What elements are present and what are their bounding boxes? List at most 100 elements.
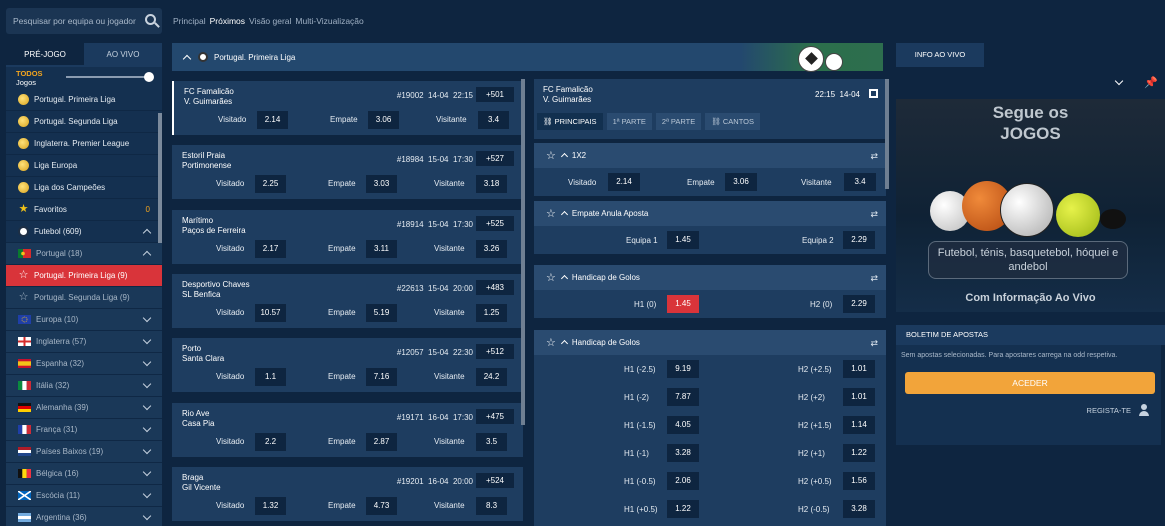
swap-arrows-icon[interactable]: ⇄ <box>870 338 878 349</box>
register-link[interactable]: REGISTA-TE <box>1087 406 1131 415</box>
detail-scrollbar[interactable] <box>885 79 889 189</box>
league-header[interactable]: Portugal. Primeira Liga <box>172 43 883 72</box>
odd-button-selected[interactable]: 1.45 <box>667 295 699 313</box>
chevron-down-icon[interactable] <box>142 467 152 477</box>
chevron-up-icon[interactable] <box>560 210 568 219</box>
sidebar-fav-liga-campeoes[interactable]: Liga dos Campeões <box>6 177 162 199</box>
more-markets-button[interactable]: +483 <box>476 280 514 295</box>
nav-principal[interactable]: Principal <box>173 16 206 26</box>
chevron-down-icon[interactable] <box>142 357 152 367</box>
sidebar-fav-primeira-liga[interactable]: Portugal. Primeira Liga <box>6 89 162 111</box>
odd-button[interactable]: 3.5 <box>476 433 507 451</box>
chevron-down-icon[interactable] <box>142 489 152 499</box>
star-icon[interactable]: ☆ <box>546 336 556 349</box>
odd-button[interactable]: 1.01 <box>843 388 875 406</box>
odd-button[interactable]: 7.16 <box>366 368 397 386</box>
sidebar-country-belgica[interactable]: Bélgica (16) <box>6 463 162 485</box>
sidebar-country-inglaterra[interactable]: Inglaterra (57) <box>6 331 162 353</box>
odd-button[interactable]: 1.22 <box>667 500 699 518</box>
event-card[interactable]: FC Famalicão V. Guimarães #19002 14-04 22:… <box>172 81 523 135</box>
tab-1a-parte[interactable]: 1ª PARTE <box>606 113 652 130</box>
pin-icon[interactable]: 📌 <box>1144 76 1158 89</box>
odd-button[interactable]: 1.1 <box>255 368 286 386</box>
chevron-up-icon[interactable] <box>142 228 152 238</box>
odd-button[interactable]: 2.25 <box>255 175 286 193</box>
fullscreen-icon[interactable] <box>869 89 878 98</box>
chevron-down-icon[interactable] <box>142 445 152 455</box>
live-event-select[interactable] <box>901 71 1134 95</box>
odd-button[interactable]: 24.2 <box>476 368 507 386</box>
user-icon[interactable] <box>1139 404 1149 416</box>
sidebar-league-segunda-liga[interactable]: ☆ Portugal. Segunda Liga (9) <box>6 287 162 309</box>
odd-button[interactable]: 5.19 <box>366 304 397 322</box>
search-box[interactable] <box>6 8 162 34</box>
star-icon[interactable]: ☆ <box>546 271 556 284</box>
sidebar-country-argentina[interactable]: Argentina (36) <box>6 507 162 526</box>
odd-button[interactable]: 3.28 <box>843 500 875 518</box>
odd-button[interactable]: 8.3 <box>476 497 507 515</box>
star-icon[interactable]: ☆ <box>18 292 29 303</box>
sidebar-country-franca[interactable]: França (31) <box>6 419 162 441</box>
chevron-down-icon[interactable] <box>142 423 152 433</box>
chevron-up-icon[interactable] <box>560 274 568 283</box>
chevron-up-icon[interactable] <box>142 250 152 260</box>
swap-arrows-icon[interactable]: ⇄ <box>870 273 878 284</box>
chevron-down-icon[interactable] <box>142 313 152 323</box>
event-card[interactable]: Braga Gil Vicente #19201 16-04 20:00 +524 Vi… <box>172 467 523 521</box>
swap-arrows-icon[interactable]: ⇄ <box>870 151 878 162</box>
star-icon[interactable]: ☆ <box>18 270 29 281</box>
star-icon[interactable]: ☆ <box>546 207 556 220</box>
search-input[interactable] <box>13 16 141 26</box>
odd-button[interactable]: 7.87 <box>667 388 699 406</box>
chevron-down-icon[interactable] <box>142 379 152 389</box>
star-icon[interactable]: ☆ <box>546 149 556 162</box>
chevron-down-icon[interactable] <box>1114 76 1124 86</box>
more-markets-button[interactable]: +501 <box>476 87 514 102</box>
sidebar-country-portugal[interactable]: Portugal (18) <box>6 243 162 265</box>
login-button[interactable]: ACEDER <box>905 372 1155 394</box>
nav-visao-geral[interactable]: Visão geral <box>249 16 291 26</box>
odd-button[interactable]: 3.4 <box>478 111 509 129</box>
sidebar-country-italia[interactable]: Itália (32) <box>6 375 162 397</box>
event-card[interactable]: Desportivo Chaves SL Benfica #22613 15-04 … <box>172 274 523 328</box>
chevron-down-icon[interactable] <box>142 401 152 411</box>
odd-button[interactable]: 3.11 <box>366 240 397 258</box>
sidebar-country-europa[interactable]: Europa (10) <box>6 309 162 331</box>
sidebar-fav-segunda-liga[interactable]: Portugal. Segunda Liga <box>6 111 162 133</box>
tab-info-ao-vivo[interactable]: INFO AO VIVO <box>896 43 984 67</box>
chevron-up-icon[interactable] <box>560 152 568 161</box>
more-markets-button[interactable]: +525 <box>476 216 514 231</box>
nav-multi[interactable]: Multi-Vizualização <box>295 16 363 26</box>
odd-button[interactable]: 3.28 <box>667 444 699 462</box>
market-header[interactable]: ☆ Handicap de Golos ⇄ <box>534 265 886 290</box>
swap-arrows-icon[interactable]: ⇄ <box>870 209 878 220</box>
odd-button[interactable]: 1.22 <box>843 444 875 462</box>
odd-button[interactable]: 2.87 <box>366 433 397 451</box>
sidebar-country-escocia[interactable]: Escócia (11) <box>6 485 162 507</box>
odd-button[interactable]: 3.4 <box>844 173 876 191</box>
search-icon[interactable] <box>145 14 156 25</box>
market-header[interactable]: ☆ Empate Anula Aposta ⇄ <box>534 201 886 226</box>
odd-button[interactable]: 3.18 <box>476 175 507 193</box>
odd-button[interactable]: 1.45 <box>667 231 699 249</box>
odd-button[interactable]: 1.25 <box>476 304 507 322</box>
chevron-down-icon[interactable] <box>142 335 152 345</box>
odd-button[interactable]: 1.01 <box>843 360 875 378</box>
event-card[interactable]: Marítimo Paços de Ferreira #18914 15-04 17… <box>172 210 523 264</box>
nav-proximos[interactable]: Próximos <box>210 16 245 26</box>
odd-button[interactable]: 2.06 <box>667 472 699 490</box>
sidebar-favoritos[interactable]: ★ Favoritos 0 <box>6 199 162 221</box>
sidebar-fav-liga-europa[interactable]: Liga Europa <box>6 155 162 177</box>
odd-button[interactable]: 1.32 <box>255 497 286 515</box>
tab-principais[interactable]: ⛓ PRINCIPAIS <box>537 113 603 130</box>
odd-button[interactable]: 2.14 <box>257 111 288 129</box>
sidebar-futebol[interactable]: Futebol (609) <box>6 221 162 243</box>
chevron-up-icon[interactable] <box>560 339 568 348</box>
odd-button[interactable]: 9.19 <box>667 360 699 378</box>
more-markets-button[interactable]: +512 <box>476 344 514 359</box>
odd-button[interactable]: 2.2 <box>255 433 286 451</box>
odd-button[interactable]: 3.03 <box>366 175 397 193</box>
odd-button[interactable]: 4.73 <box>366 497 397 515</box>
tab-2a-parte[interactable]: 2ª PARTE <box>655 113 702 130</box>
time-slider[interactable] <box>66 72 154 82</box>
